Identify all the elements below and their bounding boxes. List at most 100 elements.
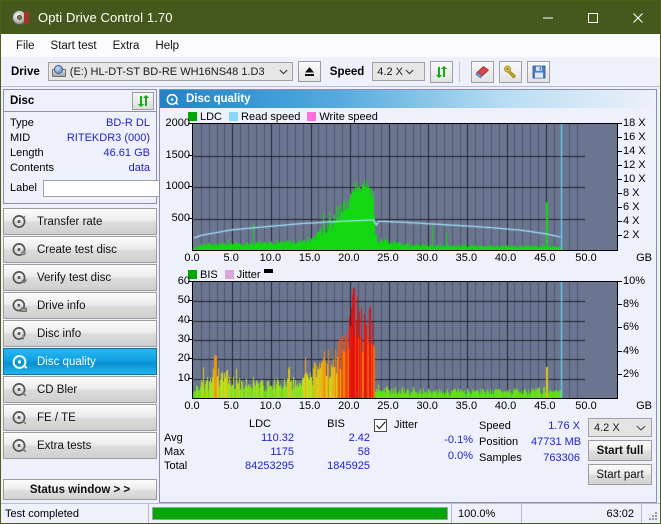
speed-select[interactable]: 4.2 X	[372, 62, 426, 81]
disc-panel-title: Disc	[10, 94, 35, 107]
sidebar-item-cd-bler[interactable]: CD Bler	[3, 376, 157, 403]
legend-entry-jitter: Jitter	[224, 268, 273, 281]
sidebar-item-verify-test-disc[interactable]: Verify test disc	[3, 264, 157, 291]
disc-field-mid: MID RITEKDR3 (000)	[10, 130, 150, 145]
speed-select-value: 4.2 X	[377, 65, 403, 78]
legend-entry-write-speed: Write speed	[307, 111, 378, 123]
x-tick-label: 25.0	[377, 400, 399, 412]
sidebar-item-fe-te[interactable]: FE / TE	[3, 404, 157, 431]
fe-te-icon	[10, 410, 29, 425]
sidebar-item-create-test-disc[interactable]: Create test disc	[3, 236, 157, 263]
jitter-column: Jitter -0.1% 0.0%	[374, 418, 479, 488]
sidebar-nav: Transfer rate Create test disc Verify te…	[3, 208, 157, 460]
drive-select[interactable]: (E:) HL-DT-ST BD-RE WH16NS48 1.D3	[47, 62, 293, 81]
erase-button[interactable]	[471, 60, 495, 83]
save-button[interactable]	[527, 60, 551, 83]
x-axis-unit: GB	[636, 400, 652, 412]
stats-panel: LDC BIS Avg 110.32 2.42 Max 1175 58 Tota…	[160, 414, 656, 493]
resize-grip-icon[interactable]	[642, 504, 660, 523]
samples-row: Samples 763306	[479, 450, 584, 466]
y2-tick-label: 8%	[623, 298, 639, 311]
legend-entry-ldc: LDC	[188, 111, 222, 123]
x-tick-label: 15.0	[298, 400, 321, 412]
test-speed-select[interactable]: 4.2 X	[588, 418, 652, 437]
stats-corner	[164, 418, 222, 430]
start-full-button[interactable]: Start full	[588, 440, 652, 461]
bis-chart-legend: BIS Jitter	[162, 268, 654, 281]
test-speed-value: 4.2 X	[594, 421, 620, 434]
y2-tick-label: 18 X	[623, 117, 646, 129]
sidebar-item-drive-info[interactable]: Drive info	[3, 292, 157, 319]
disc-quality-panel: Disc quality LDC Read speed Write speed …	[159, 89, 657, 503]
app-window: Opti Drive Control 1.70 File Start test …	[0, 0, 661, 524]
action-column: 4.2 X Start full Start part	[584, 418, 652, 488]
y2-tick-label: 16 X	[623, 131, 646, 143]
chevron-down-icon	[276, 69, 292, 75]
refresh-disc-button[interactable]	[132, 91, 154, 110]
y2-tick-label: 6%	[623, 321, 639, 334]
maximize-icon[interactable]	[570, 1, 615, 34]
sidebar-item-extra-tests[interactable]: Extra tests	[3, 432, 157, 459]
speed-stat-label: Speed	[479, 420, 511, 432]
x-tick-label: 30.0	[416, 252, 438, 264]
y2-tick-label: 2 X	[623, 229, 640, 241]
disc-label-caption: Label	[10, 182, 37, 194]
menu-extra[interactable]: Extra	[105, 38, 148, 54]
disc-field-contents-label: Contents	[10, 161, 55, 174]
disc-info-panel: Disc Type BD-R DL MID RITEKDR3 (000) Len…	[3, 89, 246, 204]
y2-tick-label: 14 X	[623, 145, 646, 157]
stats-row-avg-bis: 2.42	[348, 432, 370, 444]
y-tick-label: 1000	[165, 180, 190, 192]
disc-field-length-value: 46.61 GB	[103, 146, 150, 159]
jitter-checkbox[interactable]	[374, 418, 387, 432]
x-tick-label: 35.0	[455, 400, 478, 412]
ldc-plot-row: 500 1000 1500 2000 2 X4 X6 X8 X 10 X 12 X 14 X…	[162, 117, 654, 251]
menu-help[interactable]: Help	[147, 38, 187, 54]
stats-row-max-label: Max	[164, 446, 185, 458]
toolbar: Drive (E:) HL-DT-ST BD-RE WH16NS48 1.D3 …	[1, 57, 660, 87]
x-tick-label: 20.0	[338, 252, 360, 264]
sidebar-item-label: Create test disc	[37, 243, 117, 256]
bis-plot-row: 10 20 30 40 50 60 2% 4% 6% 8% 10%	[162, 275, 654, 399]
window-title: Opti Drive Control 1.70	[38, 10, 173, 25]
menu-file[interactable]: File	[8, 38, 43, 54]
y2-tick	[618, 207, 622, 208]
speed-row: Speed 1.76 X	[479, 418, 584, 434]
speed-stat-value: 1.76 X	[548, 420, 580, 432]
y2-tick	[618, 137, 622, 138]
y2-tick	[618, 327, 622, 329]
status-bar: Test completed 100.0% 63:02	[1, 503, 660, 523]
y2-tick-label: 8 X	[623, 187, 640, 199]
title-bar: Opti Drive Control 1.70	[1, 1, 660, 34]
disc-field-mid-label: MID	[10, 131, 31, 144]
disc-burn-icon	[10, 242, 29, 257]
ldc-y-axis-right: 2 X 4 X 6 X 8 X 10 X 12 X 14 X 16 X 18 X	[618, 117, 654, 251]
y2-tick-label: 4 X	[623, 215, 640, 227]
x-tick-label: 45.0	[534, 252, 556, 264]
stats-row-max-ldc: 1175	[270, 446, 294, 458]
status-window-button[interactable]: Status window > >	[3, 479, 157, 500]
sidebar-item-disc-info[interactable]: Disc info	[3, 320, 157, 347]
toolbar-divider	[459, 61, 461, 82]
start-part-button[interactable]: Start part	[588, 464, 652, 485]
sidebar-item-transfer-rate[interactable]: Transfer rate	[3, 208, 157, 235]
ldc-x-axis: 0.0 5.0 10.0 15.0 20.0 25.0 30.0 35.0 40.0 45.0 50…	[162, 251, 654, 266]
tools-button[interactable]	[499, 60, 523, 83]
close-icon[interactable]	[615, 1, 660, 34]
position-stat-label: Position	[479, 436, 519, 448]
sidebar-item-disc-quality[interactable]: Disc quality	[3, 348, 157, 375]
y2-tick-label: 2%	[623, 367, 639, 380]
refresh-button[interactable]	[430, 60, 454, 83]
status-message: Test completed	[1, 504, 149, 523]
legend-swatch-read-speed	[229, 112, 239, 121]
progress-percent: 100.0%	[452, 504, 522, 523]
ldc-plot-area	[192, 123, 618, 251]
drive-select-value: (E:) HL-DT-ST BD-RE WH16NS48 1.D3	[69, 65, 265, 78]
eject-button[interactable]	[297, 61, 321, 82]
x-tick-label: 10.0	[259, 252, 282, 264]
y2-tick	[618, 281, 622, 282]
menu-start-test[interactable]: Start test	[43, 38, 105, 54]
x-tick-label: 10.0	[259, 400, 282, 412]
minimize-icon[interactable]	[525, 1, 570, 34]
disc-info-icon	[10, 326, 29, 341]
